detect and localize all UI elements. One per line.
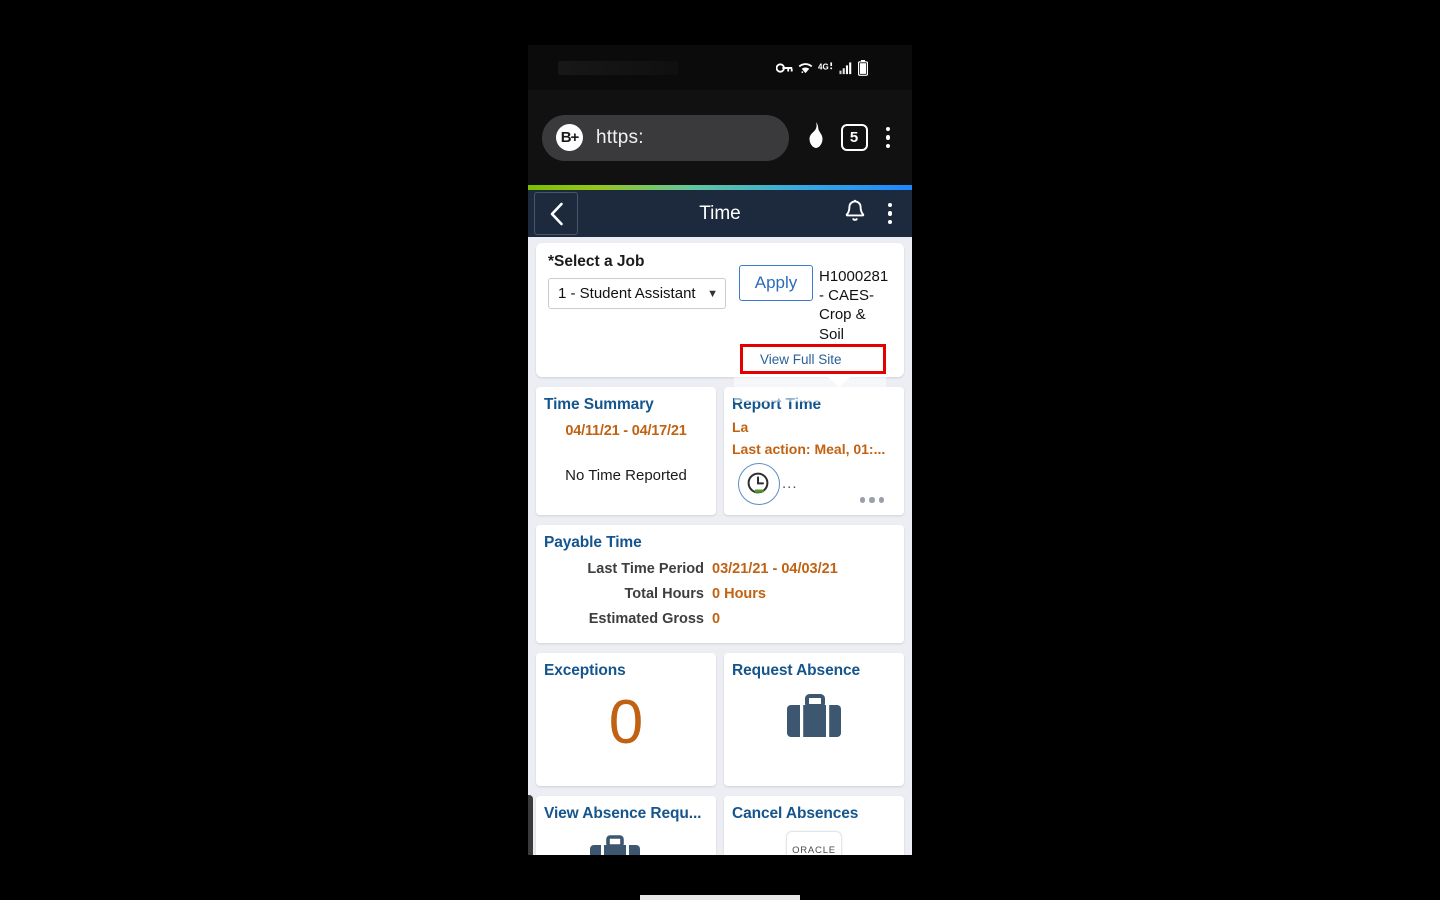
payable-row: Last Time Period 03/21/21 - 04/03/21	[536, 552, 904, 577]
tile-cancel-absences[interactable]: Cancel Absences ORACLE PEOPLESOFT	[724, 795, 904, 855]
clock-ellipsis: ...	[782, 475, 798, 493]
payable-label: Estimated Gross	[588, 610, 704, 627]
battery-icon	[858, 59, 868, 76]
tile-row-3: Exceptions 0 Request Absence	[528, 652, 912, 786]
payable-row: Total Hours 0 Hours	[536, 577, 904, 602]
address-bar[interactable]: B+ https:	[542, 114, 789, 161]
view-full-site-link[interactable]: View Full Site	[743, 352, 842, 367]
tile-title: View Absence Requ...	[544, 804, 702, 822]
bell-icon[interactable]	[844, 199, 866, 228]
time-summary-dates: 04/11/21 - 04/17/21	[565, 422, 687, 439]
wifi-icon	[798, 60, 813, 75]
url-text: https:	[596, 126, 644, 148]
job-dropdown[interactable]: 1 - Student Assistant ▼	[548, 278, 726, 309]
svg-text:4G: 4G	[818, 63, 829, 72]
tile-request-absence[interactable]: Request Absence	[724, 652, 904, 786]
oracle-peoplesoft-logo: ORACLE PEOPLESOFT	[786, 830, 842, 855]
edge-panel-handle[interactable]	[528, 795, 533, 855]
tile-more-dots-icon[interactable]	[859, 497, 884, 503]
browser-menu-kebab-icon[interactable]	[882, 126, 895, 149]
exceptions-count: 0	[608, 687, 644, 757]
tile-title: Exceptions	[544, 661, 626, 679]
brave-rewards-icon[interactable]: B+	[556, 124, 583, 151]
payable-label: Last Time Period	[587, 560, 704, 577]
view-full-site-popup[interactable]: View Full Site	[740, 344, 886, 374]
chevron-down-icon: ▼	[707, 287, 718, 300]
phone-screen: 4G B+ https: 5 Time *Select a Job 1 - St…	[528, 45, 912, 855]
tile-time-summary[interactable]: Time Summary 04/11/21 - 04/17/21 No Time…	[536, 386, 716, 515]
payable-label: Total Hours	[624, 585, 704, 602]
payable-value: 03/21/21 - 04/03/21	[712, 560, 838, 577]
network-4g-icon: 4G	[818, 61, 834, 74]
action-menu-kebab-icon[interactable]	[884, 202, 897, 225]
payable-value: 0 Hours	[712, 585, 766, 602]
tile-title: Cancel Absences	[732, 804, 859, 822]
clock-punch-icon[interactable]	[738, 462, 780, 505]
back-button[interactable]	[534, 192, 578, 235]
report-time-last-action: Last action: Meal, 01:...	[732, 440, 886, 457]
tile-exceptions[interactable]: Exceptions 0	[536, 652, 716, 786]
tab-count-button[interactable]: 5	[840, 124, 868, 151]
screen-bottom-indicator	[640, 895, 800, 900]
briefcase-icon	[783, 692, 845, 753]
tile-title: Time Summary	[544, 395, 654, 413]
tile-row-1: Time Summary 04/11/21 - 04/17/21 No Time…	[528, 386, 912, 515]
popup-tail	[822, 372, 856, 387]
app-header: Time	[528, 190, 912, 237]
tile-report-time[interactable]: Report Time La Last action: Meal, 01:...…	[724, 386, 904, 515]
brave-shield-flame-icon[interactable]	[805, 122, 827, 153]
apply-button[interactable]: Apply	[739, 265, 813, 301]
chevron-left-icon	[550, 202, 563, 225]
screenshot-canvas: 4G B+ https: 5 Time *Select a Job 1 - St…	[0, 0, 1440, 900]
payable-value: 0	[712, 610, 721, 627]
oracle-wordmark: ORACLE	[792, 845, 836, 855]
tile-title: Request Absence	[732, 661, 860, 679]
tile-view-absence-requests[interactable]: View Absence Requ...	[536, 795, 716, 855]
tile-payable-time[interactable]: Payable Time Last Time Period 03/21/21 -…	[536, 524, 904, 643]
time-summary-note: No Time Reported	[565, 466, 687, 484]
vpn-key-icon	[776, 61, 793, 75]
report-time-line1: La	[732, 418, 749, 435]
tile-row-2: Payable Time Last Time Period 03/21/21 -…	[528, 524, 912, 643]
briefcase-calendar-icon	[588, 835, 664, 855]
popup-shade	[734, 372, 886, 402]
signal-bars-icon	[839, 61, 853, 75]
tile-row-4: View Absence Requ... Cancel Absences ORA…	[528, 795, 912, 855]
select-job-label: *Select a Job	[548, 253, 645, 270]
payable-row: Estimated Gross 0	[536, 602, 904, 627]
browser-toolbar: B+ https: 5	[528, 90, 912, 185]
status-bar-notifications	[558, 61, 678, 75]
android-status-bar: 4G	[528, 45, 912, 90]
job-dropdown-value: 1 - Student Assistant	[558, 285, 696, 302]
tile-title: Payable Time	[544, 533, 642, 551]
page-content: *Select a Job 1 - Student Assistant ▼ Ap…	[528, 237, 912, 855]
